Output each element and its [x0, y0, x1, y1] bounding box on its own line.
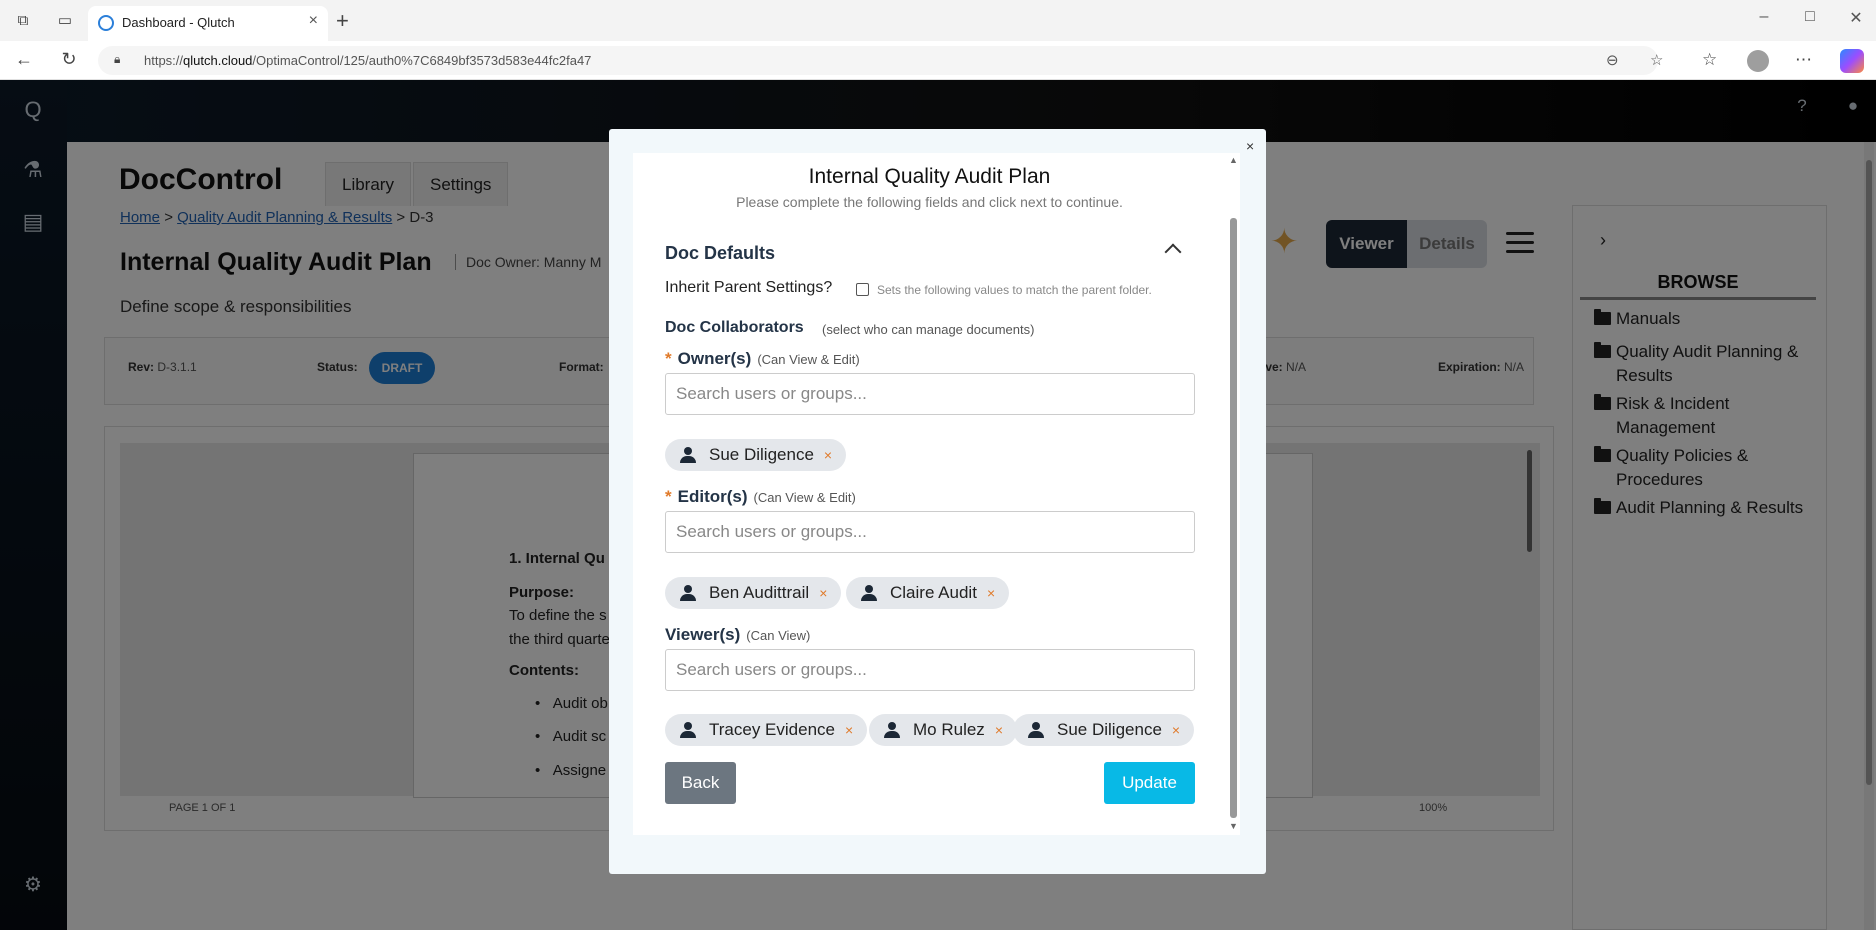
scroll-down-arrow-icon[interactable]: ▼ [1229, 821, 1238, 831]
remove-chip-icon[interactable]: × [845, 722, 853, 738]
remove-chip-icon[interactable]: × [987, 585, 995, 601]
inherit-hint: Sets the following values to match the p… [877, 283, 1152, 297]
modal-subtitle: Please complete the following fields and… [736, 194, 1123, 210]
collaborators-hint: (select who can manage documents) [822, 322, 1035, 337]
profile-avatar-icon[interactable] [1747, 50, 1769, 72]
scroll-up-arrow-icon[interactable]: ▲ [1229, 155, 1238, 165]
viewer-chip: Sue Diligence × [1013, 714, 1195, 746]
viewers-search-input[interactable] [665, 649, 1195, 691]
favorites-icon[interactable]: ☆ [1702, 50, 1717, 70]
url-text: https://qlutch.cloud/OptimaControl/125/a… [144, 53, 592, 68]
remove-chip-icon[interactable]: × [819, 585, 827, 601]
modal-scrollbar[interactable] [1230, 218, 1237, 818]
user-icon [680, 585, 696, 601]
inherit-label: Inherit Parent Settings? [665, 279, 833, 296]
close-tab-icon[interactable]: × [309, 12, 318, 30]
remove-chip-icon[interactable]: × [995, 722, 1003, 738]
owner-chip: Sue Diligence × [665, 439, 847, 471]
remove-chip-icon[interactable]: × [824, 447, 832, 463]
copilot-icon[interactable] [1840, 49, 1864, 73]
editors-search-input[interactable] [665, 511, 1195, 553]
more-options-icon[interactable]: ⋯ [1795, 50, 1812, 70]
user-icon [861, 585, 877, 601]
section-title: Doc Defaults [665, 243, 776, 263]
owners-label: * Owner(s) (Can View & Edit) [665, 349, 860, 368]
refresh-icon[interactable]: ↻ [57, 49, 81, 70]
user-icon [680, 722, 696, 738]
viewer-chip: Tracey Evidence × [665, 714, 868, 746]
owners-search-input[interactable] [665, 373, 1195, 415]
update-button[interactable]: Update [1104, 762, 1195, 804]
browser-tab[interactable]: Dashboard - Qlutch × [88, 6, 328, 41]
editors-label: * Editor(s) (Can View & Edit) [665, 487, 856, 506]
qlutch-favicon-icon [98, 15, 114, 31]
tab-title: Dashboard - Qlutch [122, 15, 235, 30]
user-icon [1028, 722, 1044, 738]
new-tab-icon[interactable]: + [336, 8, 349, 34]
back-arrow-icon[interactable]: ← [12, 49, 36, 70]
modal-close-icon[interactable]: × [1246, 138, 1254, 154]
editor-chip: Ben Audittrail × [665, 577, 842, 609]
viewer-chip: Mo Rulez × [869, 714, 1017, 746]
window-close-icon[interactable]: ✕ [1841, 8, 1871, 28]
modal-title: Internal Quality Audit Plan [808, 165, 1051, 188]
address-bar: ← ↻ 🔒︎ https://qlutch.cloud/OptimaContro… [0, 41, 1876, 80]
user-icon [884, 722, 900, 738]
favorite-star-icon[interactable]: ☆ [1650, 51, 1663, 69]
inherit-checkbox[interactable] [856, 283, 869, 296]
maximize-icon[interactable]: □ [1795, 8, 1825, 26]
collaborators-label: Doc Collaborators [665, 319, 804, 336]
site-info-icon[interactable]: ⊖ [1606, 51, 1619, 69]
viewers-label: Viewer(s) (Can View) [665, 625, 811, 644]
editor-chip: Claire Audit × [846, 577, 1010, 609]
remove-chip-icon[interactable]: × [1172, 722, 1180, 738]
tab-actions-icon[interactable]: ▭ [54, 10, 76, 32]
browser-tab-bar: ⧉ ▭ Dashboard - Qlutch × + – □ ✕ [0, 0, 1876, 41]
url-field[interactable]: 🔒︎ https://qlutch.cloud/OptimaControl/12… [98, 46, 1663, 75]
workspaces-icon[interactable]: ⧉ [12, 10, 34, 32]
minimize-icon[interactable]: – [1749, 8, 1779, 26]
lock-icon: 🔒︎ [114, 52, 121, 66]
back-button[interactable]: Back [665, 762, 736, 804]
user-icon [680, 447, 696, 463]
